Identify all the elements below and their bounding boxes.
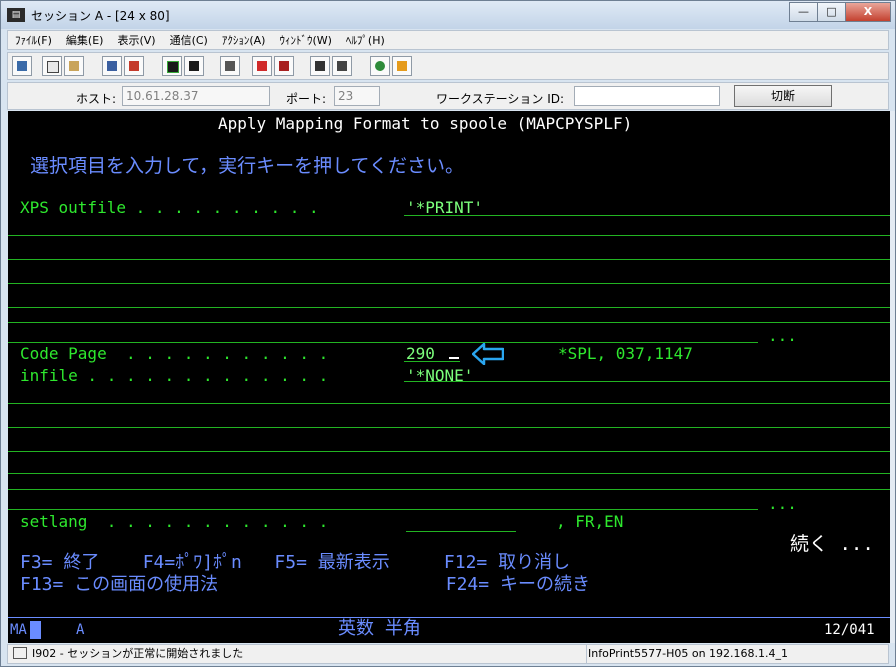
status-bar: I902 - セッションが正常に開始されました InfoPrint5577-H0… <box>7 644 889 664</box>
status-host: InfoPrint5577-H05 on 192.168.1.4_1 <box>588 647 789 660</box>
xps-outfile-label: XPS outfile . . . . . . . . . . <box>20 198 319 217</box>
title-bar: ▤ セッション A - [24 x 80] — □ X <box>1 1 895 29</box>
receive-file-icon[interactable] <box>124 56 144 76</box>
setlang-hint: , FR,EN <box>556 512 624 531</box>
right-edge <box>890 111 895 643</box>
infile-label: infile . . . . . . . . . . . . . <box>20 366 329 385</box>
play-macro-icon[interactable] <box>310 56 330 76</box>
stop-macro-icon[interactable] <box>274 56 294 76</box>
print-screen-icon[interactable] <box>12 56 32 76</box>
oia-mode: A <box>76 622 85 638</box>
maximize-button[interactable]: □ <box>817 2 846 22</box>
code-page-hint: *SPL, 037,1147 <box>558 344 693 363</box>
paste-icon[interactable] <box>64 56 84 76</box>
input-underline <box>404 215 890 216</box>
record-macro-icon[interactable] <box>252 56 272 76</box>
text-cursor <box>449 357 459 359</box>
macro-icon[interactable] <box>220 56 240 76</box>
input-underline <box>8 259 890 260</box>
menu-file[interactable]: ﾌｧｲﾙ(F) <box>8 32 59 48</box>
input-underline <box>8 283 890 284</box>
instruction-text: 選択項目を入力して，実行キーを押してください。 <box>30 155 464 177</box>
menu-edit[interactable]: 編集(E) <box>59 32 111 48</box>
menu-view[interactable]: 表示(V) <box>110 32 162 48</box>
input-underline <box>8 473 890 474</box>
network-icon[interactable] <box>370 56 390 76</box>
status-message: I902 - セッションが正常に開始されました <box>32 647 244 660</box>
input-underline <box>404 381 890 382</box>
more-indicator: ... <box>768 326 797 345</box>
menu-bar: ﾌｧｲﾙ(F) 編集(E) 表示(V) 通信(C) ｱｸｼｮﾝ(A) ｳｨﾝﾄﾞ… <box>7 30 889 50</box>
host-label: ホスト: <box>76 92 117 106</box>
more-indicator: ... <box>768 494 797 513</box>
menu-window[interactable]: ｳｨﾝﾄﾞｳ(W) <box>272 32 338 48</box>
terminal-screen[interactable]: Apply Mapping Format to spoole (MAPCPYSP… <box>8 111 890 643</box>
input-underline <box>8 489 890 490</box>
oia-input-mode: 英数 半角 <box>338 618 421 639</box>
oia-cursor-block <box>30 621 41 639</box>
input-underline <box>8 307 890 308</box>
input-underline <box>8 509 758 510</box>
minimize-button[interactable]: — <box>789 2 818 22</box>
input-underline <box>8 235 890 236</box>
send-file-icon[interactable] <box>102 56 122 76</box>
input-underline <box>8 322 890 323</box>
input-underline <box>8 427 890 428</box>
oia-divider <box>8 617 890 618</box>
close-button[interactable]: X <box>845 2 891 22</box>
screen-title: Apply Mapping Format to spoole (MAPCPYSP… <box>218 114 633 133</box>
infile-input[interactable]: '*NONE' <box>406 367 473 385</box>
connection-icon <box>13 647 27 659</box>
input-underline <box>8 342 758 343</box>
host-field[interactable]: 10.61.28.37 <box>122 86 270 106</box>
port-field[interactable]: 23 <box>334 86 380 106</box>
input-underline <box>8 403 890 404</box>
port-label: ポート: <box>286 92 327 106</box>
code-page-label: Code Page . . . . . . . . . . . <box>20 344 329 363</box>
connection-bar: ホスト: 10.61.28.37 ポート: 23 ワークステーション ID: 切… <box>7 82 889 110</box>
workstation-id-field[interactable] <box>574 86 720 106</box>
menu-action[interactable]: ｱｸｼｮﾝ(A) <box>215 32 273 48</box>
keypad-icon[interactable] <box>184 56 204 76</box>
function-keys-row1: F3= 終了 F4=ﾎﾟﾜ]ﾎﾟn F5= 最新表示 F12= 取り消し <box>20 552 571 573</box>
menu-communication[interactable]: 通信(C) <box>163 32 215 48</box>
display-icon[interactable] <box>162 56 182 76</box>
status-message-area: I902 - セッションが正常に開始されました <box>8 645 587 663</box>
emulator-window: ▤ セッション A - [24 x 80] — □ X ﾌｧｲﾙ(F) 編集(E… <box>0 0 896 667</box>
menu-help[interactable]: ﾍﾙﾌﾟ(H) <box>339 32 392 48</box>
setlang-input[interactable] <box>406 531 516 532</box>
app-icon: ▤ <box>7 8 25 22</box>
setlang-label: setlang . . . . . . . . . . . . <box>20 512 329 531</box>
macro-list-icon[interactable] <box>332 56 352 76</box>
oia-session-indicator: MA <box>10 622 27 638</box>
cursor-position: 12/041 <box>824 622 875 638</box>
function-keys-row2: F13= この画面の使用法 F24= キーの続き <box>20 574 590 595</box>
arrow-left-icon <box>472 343 504 365</box>
workstation-id-label: ワークステーション ID: <box>436 92 565 106</box>
support-icon[interactable] <box>392 56 412 76</box>
disconnect-button[interactable]: 切断 <box>734 85 832 107</box>
continue-text: 続く ... <box>790 533 874 555</box>
input-underline <box>404 361 460 362</box>
window-title: セッション A - [24 x 80] <box>31 9 170 23</box>
toolbar <box>7 52 889 80</box>
input-underline <box>8 451 890 452</box>
copy-icon[interactable] <box>42 56 62 76</box>
